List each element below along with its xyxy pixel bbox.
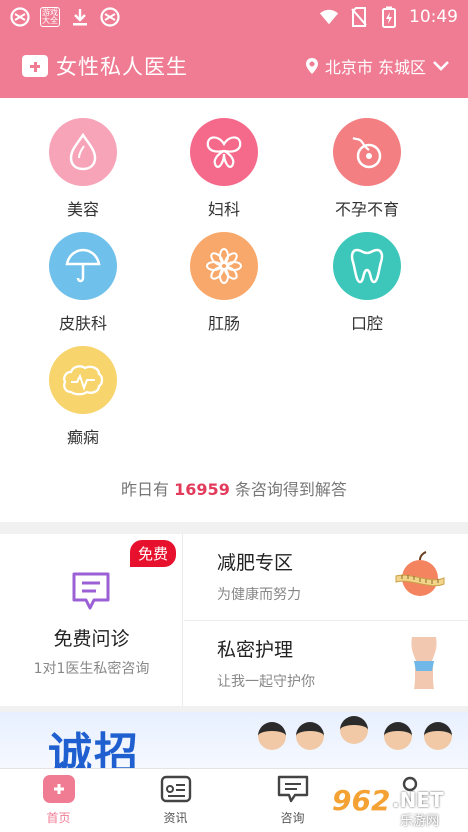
news-card-icon: [160, 775, 192, 803]
download-icon: [70, 7, 90, 27]
app-header: 女性私人医生 北京市 东城区: [0, 34, 468, 98]
apple-tape-icon: [392, 548, 448, 608]
category-label: 癫痫: [66, 428, 99, 447]
no-sim-icon: [349, 7, 369, 27]
doctor-figure-icon: [384, 722, 412, 750]
brain-icon: [49, 346, 117, 414]
doctor-figure-icon: [296, 722, 324, 750]
medical-kit-icon: [22, 55, 48, 77]
chat-bubble-icon: [70, 570, 112, 616]
free-consult-title: 免费问诊: [53, 628, 130, 650]
doctor-figure-icon: [258, 722, 286, 750]
location-selector[interactable]: 北京市 东城区: [305, 54, 450, 78]
location-text: 北京市 东城区: [324, 58, 426, 77]
weight-loss-title: 减肥专区: [217, 552, 294, 574]
free-consult-card[interactable]: 免费 免费问诊 1对1医生私密咨询: [0, 534, 183, 706]
category-gynecology[interactable]: 妇科: [164, 118, 284, 220]
stats-prefix: 昨日有: [121, 480, 170, 499]
daily-stats: 昨日有 16959 条咨询得到解答: [0, 476, 468, 500]
tab-label: 首页: [46, 811, 71, 825]
chevron-down-icon: [433, 61, 449, 71]
private-care-card[interactable]: 私密护理 让我一起守护你: [184, 620, 468, 706]
umbrella-icon: [49, 232, 117, 300]
app-shortcut-icon: [10, 7, 30, 27]
category-grid: 美容 妇科 不孕不育 皮肤科 肛肠 口腔 癫痫 昨日有 16959 条咨询得到解…: [0, 98, 468, 522]
status-bar: 游戏大全 10:49: [0, 0, 468, 34]
watermark-net: .NET: [392, 788, 444, 812]
tab-news[interactable]: 资讯: [117, 769, 234, 832]
body-figure-icon: [400, 635, 448, 695]
flower-icon: [190, 232, 258, 300]
weight-loss-subtitle: 为健康而努力: [217, 587, 301, 603]
location-pin-icon: [305, 58, 318, 74]
category-beauty[interactable]: 美容: [23, 118, 143, 220]
home-medical-icon: [42, 775, 75, 803]
doctor-figure-icon: [424, 722, 452, 750]
category-infertility[interactable]: 不孕不育: [307, 118, 427, 220]
free-badge: 免费: [129, 540, 176, 567]
app-shortcut-icon-2: [100, 7, 120, 27]
site-watermark: 962 .NET 乐游网: [330, 782, 460, 829]
free-consult-subtitle: 1对1医生私密咨询: [33, 661, 150, 677]
sperm-icon: [333, 118, 401, 186]
category-label: 不孕不育: [334, 200, 399, 219]
doctor-figure-icon: [340, 716, 368, 744]
bottom-tab-bar: 首页 资讯 咨询 962 .NET 乐游网: [0, 768, 468, 832]
message-icon: [277, 775, 309, 803]
private-care-subtitle: 让我一起守护你: [217, 674, 315, 690]
watermark-site-name: 乐游网: [400, 814, 440, 829]
drop-icon: [49, 118, 117, 186]
service-panel: 免费 免费问诊 1对1医生私密咨询 减肥专区 为健康而努力 私密护理 让我一起守…: [0, 534, 468, 706]
category-dermatology[interactable]: 皮肤科: [23, 232, 143, 334]
private-care-title: 私密护理: [217, 639, 294, 661]
clock: 10:49: [409, 7, 458, 27]
weight-loss-card[interactable]: 减肥专区 为健康而努力: [184, 534, 468, 620]
stats-suffix: 条咨询得到解答: [234, 480, 347, 499]
wifi-icon: [319, 7, 339, 27]
category-label: 皮肤科: [58, 314, 107, 333]
category-anorectal[interactable]: 肛肠: [164, 232, 284, 334]
tab-home[interactable]: 首页: [0, 769, 117, 832]
category-label: 口腔: [350, 314, 383, 333]
watermark-number: 962: [332, 784, 391, 817]
game-store-icon: 游戏大全: [40, 7, 60, 27]
recruit-banner[interactable]: 诚招: [0, 712, 468, 768]
stats-count: 16959: [174, 480, 230, 499]
category-label: 美容: [66, 200, 99, 219]
app-title: 女性私人医生: [56, 55, 188, 79]
battery-charging-icon: [379, 6, 399, 28]
category-label: 妇科: [207, 200, 240, 219]
banner-headline: 诚招: [48, 729, 140, 768]
category-epilepsy[interactable]: 癫痫: [23, 346, 143, 448]
category-label: 肛肠: [207, 314, 240, 333]
category-dental[interactable]: 口腔: [307, 232, 427, 334]
tab-label: 资讯: [163, 811, 188, 825]
tooth-icon: [333, 232, 401, 300]
butterfly-icon: [190, 118, 258, 186]
